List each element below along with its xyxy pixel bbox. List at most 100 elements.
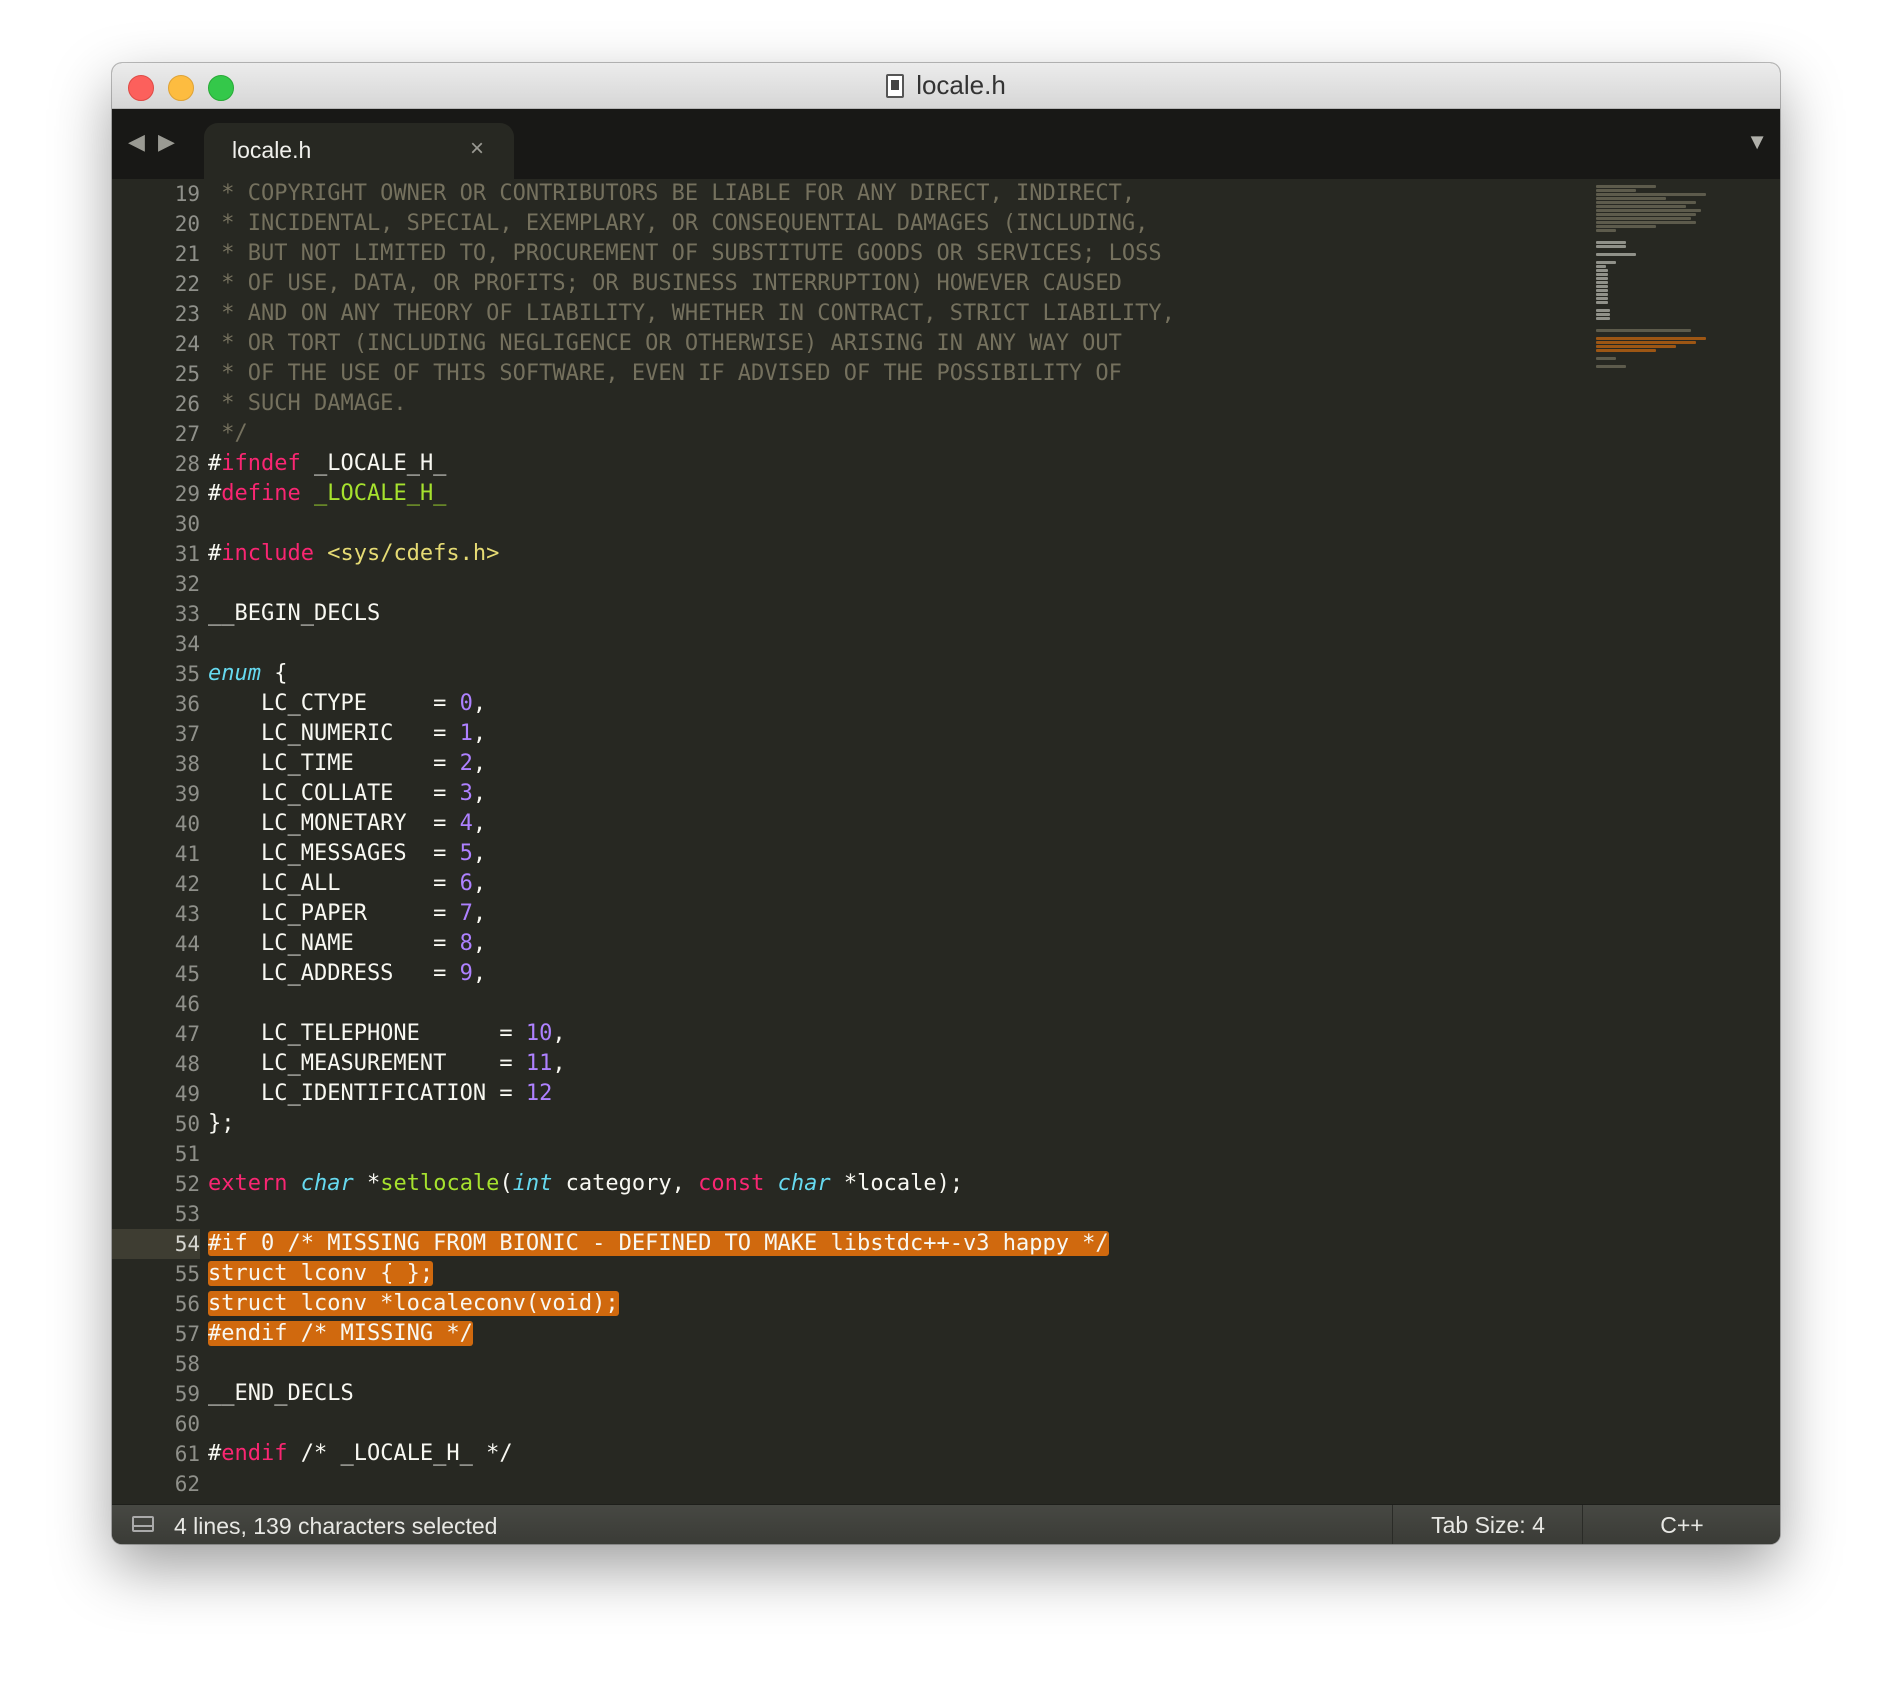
line-number: 21 xyxy=(174,242,200,266)
minimap-line xyxy=(1596,317,1610,320)
syntax-selector[interactable]: C++ xyxy=(1582,1505,1780,1544)
line-number: 26 xyxy=(174,392,200,416)
line-number: 62 xyxy=(174,1472,200,1496)
panel-toggle-icon[interactable] xyxy=(132,1516,154,1532)
minimap-line xyxy=(1596,293,1608,296)
tab-locale-h[interactable]: locale.h × xyxy=(204,123,514,179)
minimap-line xyxy=(1596,185,1656,188)
minimap-line xyxy=(1596,265,1606,268)
minimap-line xyxy=(1596,205,1686,208)
minimap-line xyxy=(1596,313,1610,316)
line-number: 19 xyxy=(174,182,200,206)
line-number: 20 xyxy=(174,212,200,236)
enum-item-line: LC_COLLATE = 3, xyxy=(208,779,1288,809)
line-number: 54 xyxy=(112,1229,200,1259)
hash: # xyxy=(208,541,222,566)
title-bar: locale.h xyxy=(112,63,1780,109)
line-number: 31 xyxy=(174,542,200,566)
line-number: 25 xyxy=(174,362,200,386)
code-line-21: * BUT NOT LIMITED TO, PROCUREMENT OF SUB… xyxy=(208,241,1162,266)
line-number: 43 xyxy=(174,902,200,926)
code-line-29: #define _LOCALE_H_ xyxy=(208,479,1288,509)
line-number: 23 xyxy=(174,302,200,326)
setlocale-function: setlocale xyxy=(380,1171,500,1196)
pointer-star: * xyxy=(353,1171,381,1196)
line-number-gutter: 19 20 21 22 23 24 25 26 27 28 29 30 31 32 33 34 35 36 37 38… xyxy=(112,179,200,1499)
code-line-50: }; xyxy=(208,1111,235,1136)
line-number: 41 xyxy=(174,842,200,866)
minimap-line xyxy=(1596,189,1636,192)
selection-status: 4 lines, 139 characters selected xyxy=(174,1513,498,1539)
forward-arrow-icon[interactable]: ▶ xyxy=(158,129,175,155)
enum-item-line: LC_CTYPE = 0, xyxy=(208,689,1288,719)
minimap-line xyxy=(1596,285,1608,288)
line-number: 39 xyxy=(174,782,200,806)
enum-item-name: LC_ALL = xyxy=(208,871,460,896)
line-number: 47 xyxy=(174,1022,200,1046)
enum-item-name: LC_NUMERIC = xyxy=(208,721,460,746)
selected-text-54: #if 0 /* MISSING FROM BIONIC - DEFINED T… xyxy=(208,1231,1109,1256)
minimap-line xyxy=(1596,193,1706,196)
enum-item-sep: , xyxy=(472,691,487,716)
window-title-text: locale.h xyxy=(916,70,1006,100)
ifndef-keyword: ifndef xyxy=(221,451,301,476)
char-type-2: char xyxy=(777,1171,831,1196)
line-number: 59 xyxy=(174,1382,200,1406)
enum-item-value: 11 xyxy=(525,1051,553,1076)
line-number: 52 xyxy=(174,1172,200,1196)
minimap-line xyxy=(1596,225,1656,228)
enum-item-line: LC_ADDRESS = 9, xyxy=(208,959,1288,989)
enum-item-sep: , xyxy=(552,1021,566,1046)
line-number: 30 xyxy=(174,512,200,536)
minimap-line xyxy=(1596,309,1610,312)
line-number: 53 xyxy=(174,1202,200,1226)
enum-item-name: LC_COLLATE = xyxy=(208,781,460,806)
enum-item-name: LC_MONETARY = xyxy=(208,811,460,836)
line-number: 27 xyxy=(174,422,200,446)
enum-item-value: 12 xyxy=(525,1081,553,1106)
guard-define: _LOCALE_H_ xyxy=(300,481,447,506)
minimap[interactable] xyxy=(1596,185,1736,445)
enum-item-value: 10 xyxy=(525,1021,553,1046)
enum-item-line: LC_NAME = 8, xyxy=(208,929,1288,959)
enum-item-value: 9 xyxy=(459,961,473,986)
minimap-line xyxy=(1596,301,1608,304)
enum-item-line: LC_TELEPHONE = 10, xyxy=(208,1019,1288,1049)
endif-comment: /* _LOCALE_H_ */ xyxy=(287,1441,513,1466)
code-line-27: */ xyxy=(208,421,248,446)
tab-close-icon[interactable]: × xyxy=(470,135,484,163)
enum-item-name: LC_MEASUREMENT = xyxy=(208,1051,526,1076)
code-line-56: struct lconv *localeconv(void); xyxy=(208,1289,1288,1319)
minimap-line xyxy=(1596,229,1616,232)
enum-item-sep: , xyxy=(472,781,487,806)
editor-window: locale.h ◀ ▶ locale.h × ▼ 19 20 21 22 23 24 25… xyxy=(112,63,1780,1544)
line-number: 49 xyxy=(174,1082,200,1106)
category-param: category, xyxy=(552,1171,699,1196)
back-arrow-icon[interactable]: ◀ xyxy=(128,129,145,155)
code-line-57: #endif /* MISSING */ xyxy=(208,1319,1288,1349)
tab-menu-icon[interactable]: ▼ xyxy=(1746,129,1768,155)
line-number: 40 xyxy=(174,812,200,836)
line-number: 22 xyxy=(174,272,200,296)
enum-item-name: LC_TIME = xyxy=(208,751,460,776)
char-type: char xyxy=(300,1171,354,1196)
enum-item-name: LC_NAME = xyxy=(208,931,460,956)
code-area[interactable]: * COPYRIGHT OWNER OR CONTRIBUTORS BE LIA… xyxy=(208,179,1288,1499)
enum-open: { xyxy=(260,661,288,686)
selected-text-55: struct lconv { }; xyxy=(208,1261,434,1286)
const-keyword: const xyxy=(698,1171,765,1196)
enum-item-line: LC_MONETARY = 4, xyxy=(208,809,1288,839)
code-line-55: struct lconv { }; xyxy=(208,1259,1288,1289)
enum-item-sep: , xyxy=(472,811,487,836)
line-number: 34 xyxy=(174,632,200,656)
enum-item-line: LC_PAPER = 7, xyxy=(208,899,1288,929)
code-editor[interactable]: 19 20 21 22 23 24 25 26 27 28 29 30 31 32 33 34 35 36 37 38… xyxy=(112,179,1780,1544)
tab-size-selector[interactable]: Tab Size: 4 xyxy=(1392,1505,1583,1544)
hash: # xyxy=(208,451,222,476)
guard-name: _LOCALE_H_ xyxy=(300,451,447,476)
line-number: 44 xyxy=(174,932,200,956)
